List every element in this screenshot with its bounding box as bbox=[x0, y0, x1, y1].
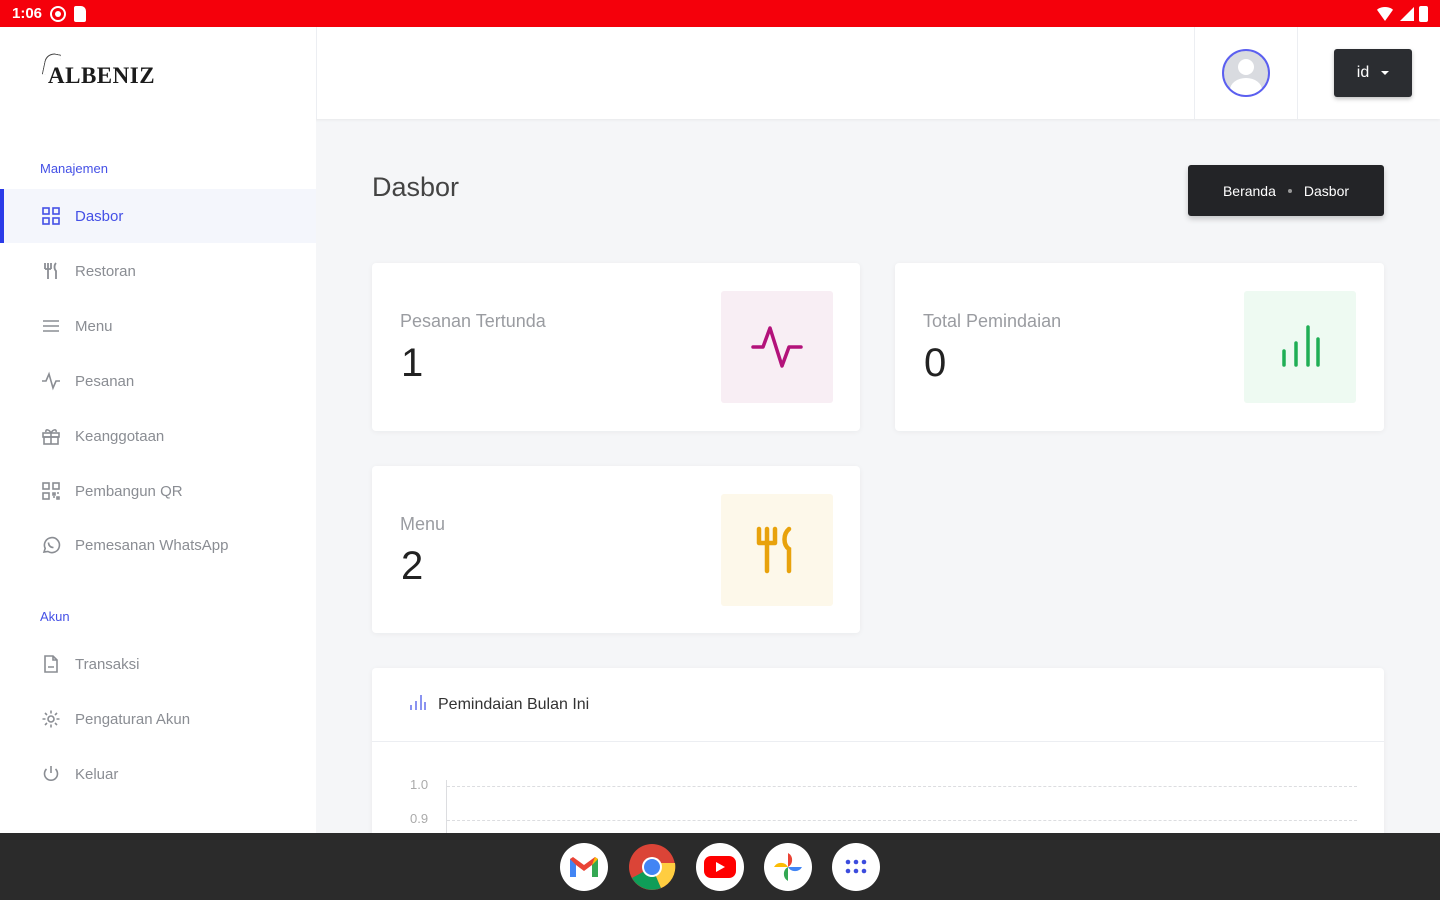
stat-label: Total Pemindaian bbox=[923, 311, 1062, 331]
sidebar-item-label: Restoran bbox=[75, 262, 136, 280]
sidebar-item-label: Pengaturan Akun bbox=[75, 710, 191, 728]
breadcrumb-current: Dasbor bbox=[1303, 182, 1350, 199]
sidebar: Manajemen Dasbor Restoran Menu Pesanan K… bbox=[0, 119, 316, 833]
power-icon bbox=[40, 763, 62, 785]
utensils-icon bbox=[40, 260, 62, 282]
sidebar-item-qr-builder[interactable]: Pembangun QR bbox=[0, 464, 316, 518]
list-icon bbox=[40, 315, 62, 337]
grid-line bbox=[447, 786, 1357, 787]
page-title: Dasbor bbox=[372, 172, 460, 202]
stat-value: 0 bbox=[924, 341, 947, 385]
sidebar-item-membership[interactable]: Keanggotaan bbox=[0, 409, 316, 463]
activity-icon bbox=[40, 370, 62, 392]
file-icon bbox=[40, 653, 62, 675]
top-header: ALBENIZ id bbox=[0, 27, 1440, 119]
sidebar-item-label: Transaksi bbox=[75, 655, 140, 673]
utensils-icon bbox=[721, 494, 833, 606]
y-tick-label: 0.9 bbox=[410, 811, 429, 826]
wifi-icon bbox=[1375, 6, 1395, 21]
stat-value: 1 bbox=[401, 341, 424, 385]
gear-icon bbox=[40, 708, 62, 730]
sidebar-section-account: Akun bbox=[40, 609, 70, 624]
sidebar-item-label: Keluar bbox=[75, 765, 119, 783]
stat-card-menu: Menu 2 bbox=[372, 466, 860, 633]
sidebar-item-label: Pemesanan WhatsApp bbox=[75, 536, 229, 554]
stat-label: Pesanan Tertunda bbox=[400, 311, 546, 331]
chrome-icon[interactable] bbox=[628, 843, 676, 891]
status-time: 1:06 bbox=[12, 5, 43, 22]
dashboard-icon bbox=[40, 205, 62, 227]
battery-icon bbox=[1419, 5, 1428, 22]
stat-card-pending-orders: Pesanan Tertunda 1 bbox=[372, 263, 860, 431]
avatar[interactable] bbox=[1222, 49, 1270, 97]
sidebar-item-label: Dasbor bbox=[75, 207, 124, 225]
stat-label: Menu bbox=[400, 514, 446, 534]
chevron-down-icon bbox=[1381, 71, 1390, 75]
sidebar-item-orders[interactable]: Pesanan bbox=[0, 354, 316, 408]
sidebar-item-logout[interactable]: Keluar bbox=[0, 747, 316, 801]
app-launcher-icon[interactable] bbox=[832, 842, 880, 891]
sidebar-item-menu[interactable]: Menu bbox=[0, 299, 316, 353]
taskbar bbox=[0, 833, 1440, 900]
sidebar-item-account-settings[interactable]: Pengaturan Akun bbox=[0, 692, 316, 746]
bar-chart-icon bbox=[1244, 291, 1356, 403]
language-dropdown[interactable]: id bbox=[1334, 49, 1412, 97]
settings-status-icon bbox=[50, 5, 67, 22]
brand-logo[interactable]: ALBENIZ bbox=[48, 57, 155, 89]
sidebar-item-label: Pembangun QR bbox=[75, 482, 183, 500]
chart-title: Pemindaian Bulan Ini bbox=[438, 695, 590, 713]
grid-line bbox=[447, 820, 1357, 821]
status-bar: 1:06 bbox=[0, 0, 1440, 27]
sidebar-item-label: Keanggotaan bbox=[75, 427, 165, 445]
scans-chart-card: Pemindaian Bulan Ini 1.0 0.9 bbox=[372, 668, 1384, 838]
sidebar-item-transactions[interactable]: Transaksi bbox=[0, 637, 316, 691]
sim-icon bbox=[74, 5, 87, 22]
signal-icon bbox=[1400, 6, 1414, 21]
stat-card-total-scans: Total Pemindaian 0 bbox=[895, 263, 1384, 431]
gmail-icon[interactable] bbox=[560, 842, 608, 891]
stat-value: 2 bbox=[401, 544, 424, 588]
sidebar-section-management: Manajemen bbox=[40, 161, 108, 176]
chart-header: Pemindaian Bulan Ini bbox=[372, 668, 1384, 742]
user-menu[interactable] bbox=[1194, 27, 1298, 119]
gift-icon bbox=[40, 425, 62, 447]
sidebar-item-whatsapp-ordering[interactable]: Pemesanan WhatsApp bbox=[0, 518, 316, 572]
qr-icon bbox=[40, 480, 62, 502]
activity-icon bbox=[721, 291, 833, 403]
breadcrumb: Beranda Dasbor bbox=[1188, 165, 1384, 216]
language-label: id bbox=[1356, 64, 1370, 81]
sidebar-item-restaurant[interactable]: Restoran bbox=[0, 244, 316, 298]
sidebar-item-dashboard[interactable]: Dasbor bbox=[0, 189, 316, 243]
y-tick-label: 1.0 bbox=[410, 777, 429, 792]
whatsapp-icon bbox=[40, 534, 62, 556]
sidebar-item-label: Pesanan bbox=[75, 372, 135, 390]
brand[interactable]: ALBENIZ bbox=[0, 27, 317, 119]
youtube-icon[interactable] bbox=[696, 842, 744, 891]
breadcrumb-home[interactable]: Beranda bbox=[1223, 183, 1276, 199]
bar-chart-icon bbox=[408, 693, 426, 716]
sidebar-item-label: Menu bbox=[75, 317, 113, 335]
y-axis bbox=[446, 780, 447, 838]
breadcrumb-separator bbox=[1287, 188, 1292, 193]
photos-icon[interactable] bbox=[764, 842, 812, 891]
